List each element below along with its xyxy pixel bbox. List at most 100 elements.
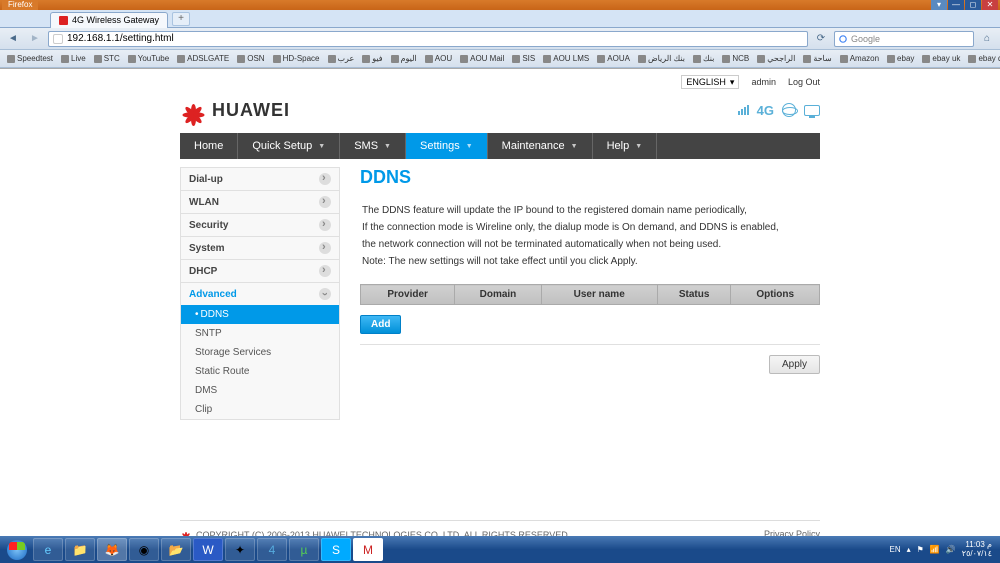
close-button[interactable]: ✕ xyxy=(982,0,998,10)
logout-link[interactable]: Log Out xyxy=(788,77,820,87)
taskbar-word[interactable]: W xyxy=(193,538,223,561)
signal-icon xyxy=(738,105,749,115)
bookmark-item[interactable]: HD-Space xyxy=(270,54,323,63)
nav-maintenance[interactable]: Maintenance▼ xyxy=(488,133,593,159)
tray-lang[interactable]: EN xyxy=(890,545,901,554)
system-tray[interactable]: EN ▴ ⚑ 📶 🔊 11:03 م ٢٥/٠٧/١٤ xyxy=(890,541,998,559)
nav-settings[interactable]: Settings▼ xyxy=(406,133,488,159)
taskbar-app1[interactable]: ✦ xyxy=(225,538,255,561)
sidebar-section-dhcp[interactable]: DHCP xyxy=(180,259,340,282)
taskbar-chrome[interactable]: ◉ xyxy=(129,538,159,561)
bookmark-item[interactable]: ebay xyxy=(884,54,917,63)
search-input[interactable]: Google xyxy=(834,31,974,47)
bookmark-label: بنك xyxy=(703,54,714,63)
nav-sms[interactable]: SMS▼ xyxy=(340,133,406,159)
bookmark-item[interactable]: عرب xyxy=(325,54,358,63)
bookmark-item[interactable]: AOU xyxy=(422,54,455,63)
taskbar-utorrent[interactable]: µ xyxy=(289,538,319,561)
home-button[interactable]: ⌂ xyxy=(978,31,996,47)
browser-tab[interactable]: 4G Wireless Gateway xyxy=(50,12,168,28)
taskbar-firefox[interactable]: 🦊 xyxy=(97,538,127,561)
start-button[interactable] xyxy=(2,536,32,563)
bookmark-favicon-icon xyxy=(597,55,605,63)
sidebar-section-system[interactable]: System xyxy=(180,236,340,259)
maximize-button[interactable]: ◻ xyxy=(965,0,981,10)
nav-help[interactable]: Help▼ xyxy=(593,133,658,159)
language-select[interactable]: ENGLISH▾ xyxy=(681,75,739,89)
bookmark-item[interactable]: ساحة xyxy=(800,54,834,63)
bookmark-item[interactable]: Live xyxy=(58,54,89,63)
taskbar-explorer[interactable]: 📁 xyxy=(65,538,95,561)
tray-clock[interactable]: 11:03 م ٢٥/٠٧/١٤ xyxy=(962,541,992,559)
bookmark-item[interactable]: SIS xyxy=(509,54,538,63)
bookmark-item[interactable]: بنك xyxy=(690,54,717,63)
new-tab-button[interactable]: + xyxy=(172,12,190,26)
bookmark-label: Speedtest xyxy=(17,54,53,63)
bookmark-item[interactable]: ebay uk xyxy=(919,54,963,63)
chevron-down-icon: ▼ xyxy=(571,143,578,150)
sidebar-item-ddns[interactable]: DDNS xyxy=(180,305,340,324)
google-icon xyxy=(839,35,847,43)
bookmark-label: فيو xyxy=(372,54,382,63)
chevron-down-icon: ▼ xyxy=(384,143,391,150)
table-header: Domain xyxy=(455,285,541,305)
forward-button[interactable]: ► xyxy=(26,31,44,47)
tray-show-hidden-icon[interactable]: ▴ xyxy=(907,545,911,554)
taskbar-ie[interactable]: e xyxy=(33,538,63,561)
url-input[interactable]: 192.168.1.1/setting.html xyxy=(48,31,808,47)
bookmark-item[interactable]: بنك الرياض xyxy=(635,54,688,63)
nav-label: Settings xyxy=(420,140,460,152)
bookmark-item[interactable]: OSN xyxy=(234,54,267,63)
collapse-icon xyxy=(319,219,331,231)
firefox-menu-button[interactable]: Firefox xyxy=(2,0,38,10)
collapse-icon xyxy=(319,242,331,254)
bookmark-item[interactable]: AOU LMS xyxy=(540,54,592,63)
bookmark-item[interactable]: YouTube xyxy=(125,54,172,63)
sidebar-item-sntp[interactable]: SNTP xyxy=(180,324,340,343)
sidebar-section-dial-up[interactable]: Dial-up xyxy=(180,167,340,190)
bookmark-item[interactable]: فيو xyxy=(359,54,385,63)
table-header: Status xyxy=(657,285,731,305)
taskbar-explorer2[interactable]: 📂 xyxy=(161,538,191,561)
back-button[interactable]: ◄ xyxy=(4,31,22,47)
nav-home[interactable]: Home xyxy=(180,133,238,159)
sidebar-item-dms[interactable]: DMS xyxy=(180,381,340,400)
huawei-logo-icon xyxy=(180,97,206,123)
bookmark-favicon-icon xyxy=(543,55,551,63)
desc-line: The DDNS feature will update the IP boun… xyxy=(362,202,820,219)
apply-button[interactable]: Apply xyxy=(769,355,820,374)
browser-options-icon[interactable]: ▾ xyxy=(931,0,947,10)
sidebar-section-security[interactable]: Security xyxy=(180,213,340,236)
desc-line: the network connection will not be termi… xyxy=(362,236,820,253)
reload-button[interactable]: ⟳ xyxy=(812,31,830,47)
bookmark-item[interactable]: NCB xyxy=(719,54,752,63)
minimize-button[interactable]: — xyxy=(948,0,964,10)
taskbar-skype[interactable]: S xyxy=(321,538,351,561)
add-button[interactable]: Add xyxy=(360,315,401,334)
bookmark-item[interactable]: ADSLGATE xyxy=(174,54,232,63)
taskbar-app2[interactable]: 4 xyxy=(257,538,287,561)
sidebar-item-static-route[interactable]: Static Route xyxy=(180,362,340,381)
tray-flag-icon[interactable]: ⚑ xyxy=(917,545,924,554)
bookmark-item[interactable]: Speedtest xyxy=(4,54,56,63)
bookmark-item[interactable]: AOU Mail xyxy=(457,54,507,63)
taskbar-mcafee[interactable]: M xyxy=(353,538,383,561)
bookmark-item[interactable]: Amazon xyxy=(837,54,882,63)
bookmark-item[interactable]: اليوم xyxy=(388,54,420,63)
bookmark-item[interactable]: ebay de xyxy=(965,54,1000,63)
bookmark-favicon-icon xyxy=(460,55,468,63)
sidebar-item-storage-services[interactable]: Storage Services xyxy=(180,343,340,362)
window-controls: ▾ — ◻ ✕ xyxy=(931,0,998,10)
bookmark-item[interactable]: STC xyxy=(91,54,123,63)
bookmark-item[interactable]: الراجحي xyxy=(754,54,798,63)
windows-logo-icon xyxy=(7,540,27,560)
bookmark-favicon-icon xyxy=(722,55,730,63)
tray-network-icon[interactable]: 📶 xyxy=(930,545,940,554)
bookmark-item[interactable]: AOUA xyxy=(594,54,633,63)
sidebar-item-clip[interactable]: Clip xyxy=(180,400,340,420)
table-header: Options xyxy=(731,285,820,305)
sidebar-section-wlan[interactable]: WLAN xyxy=(180,190,340,213)
tray-volume-icon[interactable]: 🔊 xyxy=(946,545,956,554)
sidebar-section-advanced[interactable]: Advanced xyxy=(180,282,340,305)
nav-quick-setup[interactable]: Quick Setup▼ xyxy=(238,133,340,159)
